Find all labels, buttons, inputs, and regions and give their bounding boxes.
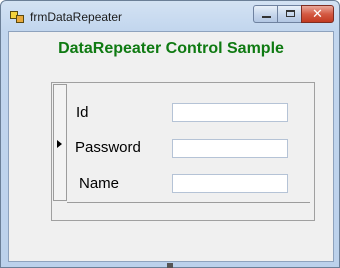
password-label: Password [75,139,141,156]
minimize-button[interactable] [253,5,278,23]
repeater-item-divider [67,202,310,203]
name-field[interactable] [172,174,288,193]
close-icon: ✕ [312,7,323,22]
id-field[interactable] [172,103,288,122]
maximize-button[interactable] [277,5,302,23]
resize-grip[interactable] [167,263,173,268]
title-bar[interactable]: frmDataRepeater ✕ [1,1,339,31]
maximize-icon [286,10,295,17]
caption-buttons: ✕ [253,5,334,25]
minimize-icon [262,16,271,18]
page-title: DataRepeater Control Sample [58,40,284,57]
password-field[interactable] [172,139,288,158]
current-row-arrow-icon [57,140,62,148]
window-title: frmDataRepeater [30,10,123,24]
close-button[interactable]: ✕ [301,5,334,23]
name-label: Name [79,175,120,192]
app-icon[interactable] [10,11,24,23]
app-window: frmDataRepeater ✕ DataRepeater Control S… [0,0,340,268]
id-label: Id [76,104,89,121]
